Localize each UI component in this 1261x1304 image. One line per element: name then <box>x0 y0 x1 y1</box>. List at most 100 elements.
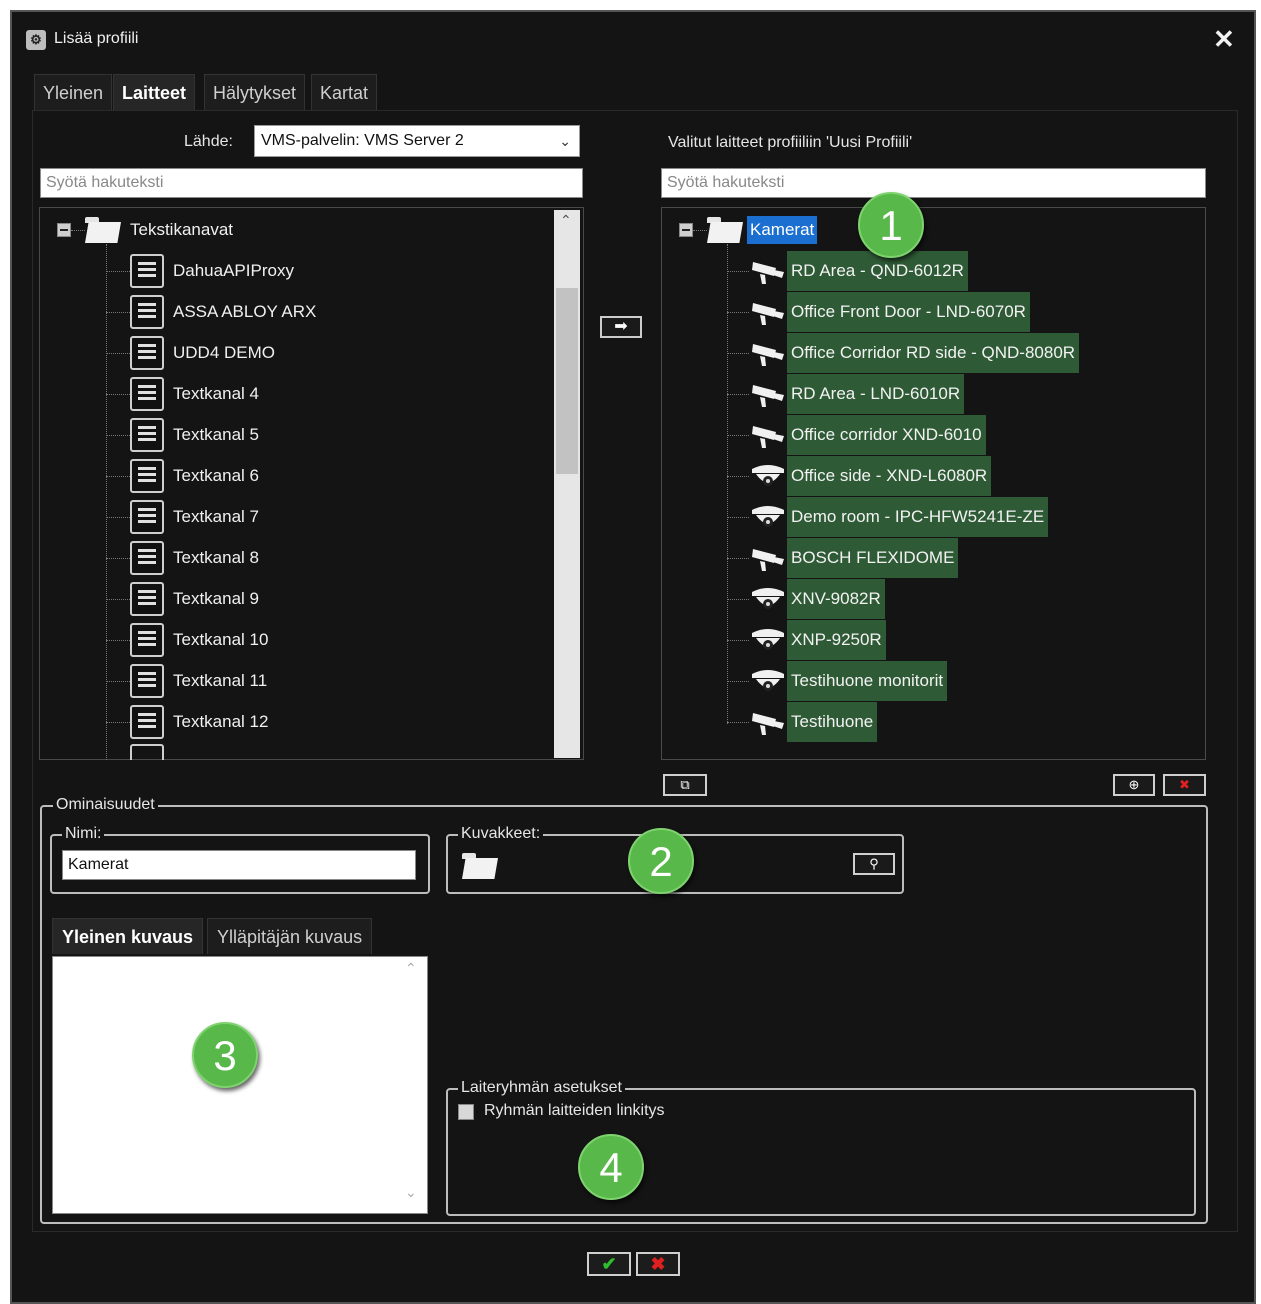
list-item[interactable]: Textkanal 12 <box>106 702 268 742</box>
camera-list-item[interactable]: BOSCH FLEXIDOME <box>727 538 959 578</box>
camera-row-highlight: RD Area - QND-6012R <box>787 251 968 291</box>
tree-connector <box>727 598 749 600</box>
list-item-label: Textkanal 10 <box>173 630 269 649</box>
camera-list-item[interactable]: RD Area - LND-6010R <box>727 374 965 414</box>
list-item[interactable]: Textkanal 7 <box>106 497 259 537</box>
list-item-label: Textkanal 5 <box>173 425 259 444</box>
camera-list-item[interactable]: Demo room - IPC-HFW5241E-ZE <box>727 497 1049 537</box>
icons-legend: Kuvakkeet: <box>458 825 544 843</box>
camera-list-item[interactable]: Office side - XND-L6080R <box>727 456 992 496</box>
folder-open-icon <box>707 217 743 243</box>
camera-list-item[interactable]: Office Front Door - LND-6070R <box>727 292 1030 332</box>
tab-admin-description[interactable]: Ylläpitäjän kuvaus <box>207 918 373 954</box>
text-channel-icon <box>130 664 164 698</box>
list-item[interactable]: Textkanal 11 <box>106 661 267 701</box>
camera-row-highlight: XNP-9250R <box>787 620 886 660</box>
text-channel-icon <box>130 705 164 739</box>
camera-list-item[interactable]: Office Corridor RD side - QND-8080R <box>727 333 1080 373</box>
source-select[interactable]: VMS-palvelin: VMS Server 2 ⌄ <box>254 125 580 157</box>
camera-label: BOSCH FLEXIDOME <box>791 548 955 567</box>
name-legend: Nimi: <box>62 825 105 843</box>
add-to-profile-button[interactable]: ➡ <box>600 316 642 338</box>
list-item-label: Textkanal 12 <box>173 712 269 731</box>
text-channel-icon <box>130 418 164 452</box>
tree-connector <box>727 475 749 477</box>
list-item[interactable]: DahuaAPIProxy <box>106 251 294 291</box>
text-channel-icon <box>130 254 164 288</box>
list-item[interactable]: Textkanal 8 <box>106 538 259 578</box>
text-channel-icon <box>130 623 164 657</box>
scroll-up-icon[interactable]: ⌃ <box>560 212 572 229</box>
text-channel-icon <box>130 541 164 575</box>
list-item[interactable]: Textkanal 10 <box>106 620 268 660</box>
add-group-button[interactable]: ⊕ <box>1113 774 1155 796</box>
source-label: Lähde: <box>184 133 233 150</box>
dome-camera-icon <box>749 501 787 533</box>
camera-list-item[interactable]: Office corridor XND-6010 <box>727 415 986 455</box>
collapse-icon[interactable] <box>679 223 693 237</box>
camera-label: Office corridor XND-6010 <box>791 425 982 444</box>
camera-label: Office side - XND-L6080R <box>791 466 988 485</box>
scroll-up-icon[interactable]: ⌃ <box>405 960 417 977</box>
list-item[interactable]: Textkanal 5 <box>106 415 259 455</box>
tree-connector <box>106 393 130 395</box>
list-item[interactable]: Textkanal 4 <box>106 374 259 414</box>
list-item[interactable]: UDD4 DEMO <box>106 333 275 373</box>
tree-connector <box>106 352 130 354</box>
tab-yleinen[interactable]: Yleinen <box>34 74 113 110</box>
right-search-input[interactable]: Syötä hakuteksti <box>661 168 1206 198</box>
tree-connector <box>727 270 749 272</box>
list-item[interactable]: Textkanal 6 <box>106 456 259 496</box>
export-button[interactable]: ⧉ <box>663 774 707 796</box>
icon-picker-button[interactable]: ⚲ <box>853 853 895 875</box>
list-item[interactable]: ASSA ABLOY ARX <box>106 292 316 332</box>
bullet-camera-icon <box>749 337 787 369</box>
dialog-title: Lisää profiili <box>54 30 139 47</box>
tab-general-description[interactable]: Yleinen kuvaus <box>52 918 204 954</box>
camera-row-highlight: Testihuone <box>787 702 878 742</box>
camera-row-highlight: Testihuone monitorit <box>787 661 948 701</box>
chevron-down-icon: ⌄ <box>559 133 571 149</box>
tab-kartat[interactable]: Kartat <box>311 74 378 110</box>
camera-list-item[interactable]: Testihuone <box>727 702 878 742</box>
close-button[interactable]: ✕ <box>1213 24 1235 54</box>
text-channel-icon <box>130 295 164 329</box>
tree-root-kamerat[interactable]: Kamerat <box>679 210 818 250</box>
camera-row-highlight: Office side - XND-L6080R <box>787 456 992 496</box>
camera-row-highlight: BOSCH FLEXIDOME <box>787 538 959 578</box>
camera-list-item[interactable]: Testihuone monitorit <box>727 661 948 701</box>
bullet-camera-icon <box>749 419 787 451</box>
tree-root-tekstikanavat[interactable]: Tekstikanavat <box>57 210 233 250</box>
settings-icon: ⚙ <box>26 30 46 50</box>
camera-label: Office Corridor RD side - QND-8080R <box>791 343 1076 362</box>
ok-button[interactable]: ✔ <box>587 1252 631 1276</box>
list-item-label: ASSA ABLOY ARX <box>173 302 317 321</box>
description-textarea[interactable] <box>52 956 428 1214</box>
cancel-button[interactable]: ✖ <box>636 1252 680 1276</box>
camera-list-item[interactable]: RD Area - QND-6012R <box>727 251 968 291</box>
camera-label: XNV-9082R <box>791 589 881 608</box>
callout-badge-1: 1 <box>858 192 924 258</box>
link-group-devices-checkbox[interactable] <box>458 1104 474 1120</box>
tree-connector <box>727 393 749 395</box>
camera-row-highlight: Office Corridor RD side - QND-8080R <box>787 333 1080 373</box>
scroll-down-icon[interactable]: ⌄ <box>405 1184 417 1201</box>
camera-label: RD Area - LND-6010R <box>791 384 961 403</box>
list-item-label: Textkanal 6 <box>173 466 259 485</box>
camera-label: Demo room - IPC-HFW5241E-ZE <box>791 507 1045 526</box>
remove-button[interactable]: ✖ <box>1163 774 1206 796</box>
camera-row-highlight: Office Front Door - LND-6070R <box>787 292 1030 332</box>
tab-laitteet[interactable]: Laitteet <box>113 74 196 110</box>
callout-badge-3: 3 <box>192 1022 258 1088</box>
tree-connector <box>727 639 749 641</box>
left-search-input[interactable]: Syötä hakuteksti <box>40 168 583 198</box>
scroll-thumb[interactable] <box>556 288 578 474</box>
tree-connector <box>106 639 130 641</box>
tab-halytykset[interactable]: Hälytykset <box>204 74 306 110</box>
name-input[interactable]: Kamerat <box>62 850 416 880</box>
text-channel-icon <box>130 582 164 616</box>
collapse-icon[interactable] <box>57 223 71 237</box>
camera-list-item[interactable]: XNP-9250R <box>727 620 886 660</box>
list-item[interactable]: Textkanal 9 <box>106 579 259 619</box>
camera-list-item[interactable]: XNV-9082R <box>727 579 885 619</box>
